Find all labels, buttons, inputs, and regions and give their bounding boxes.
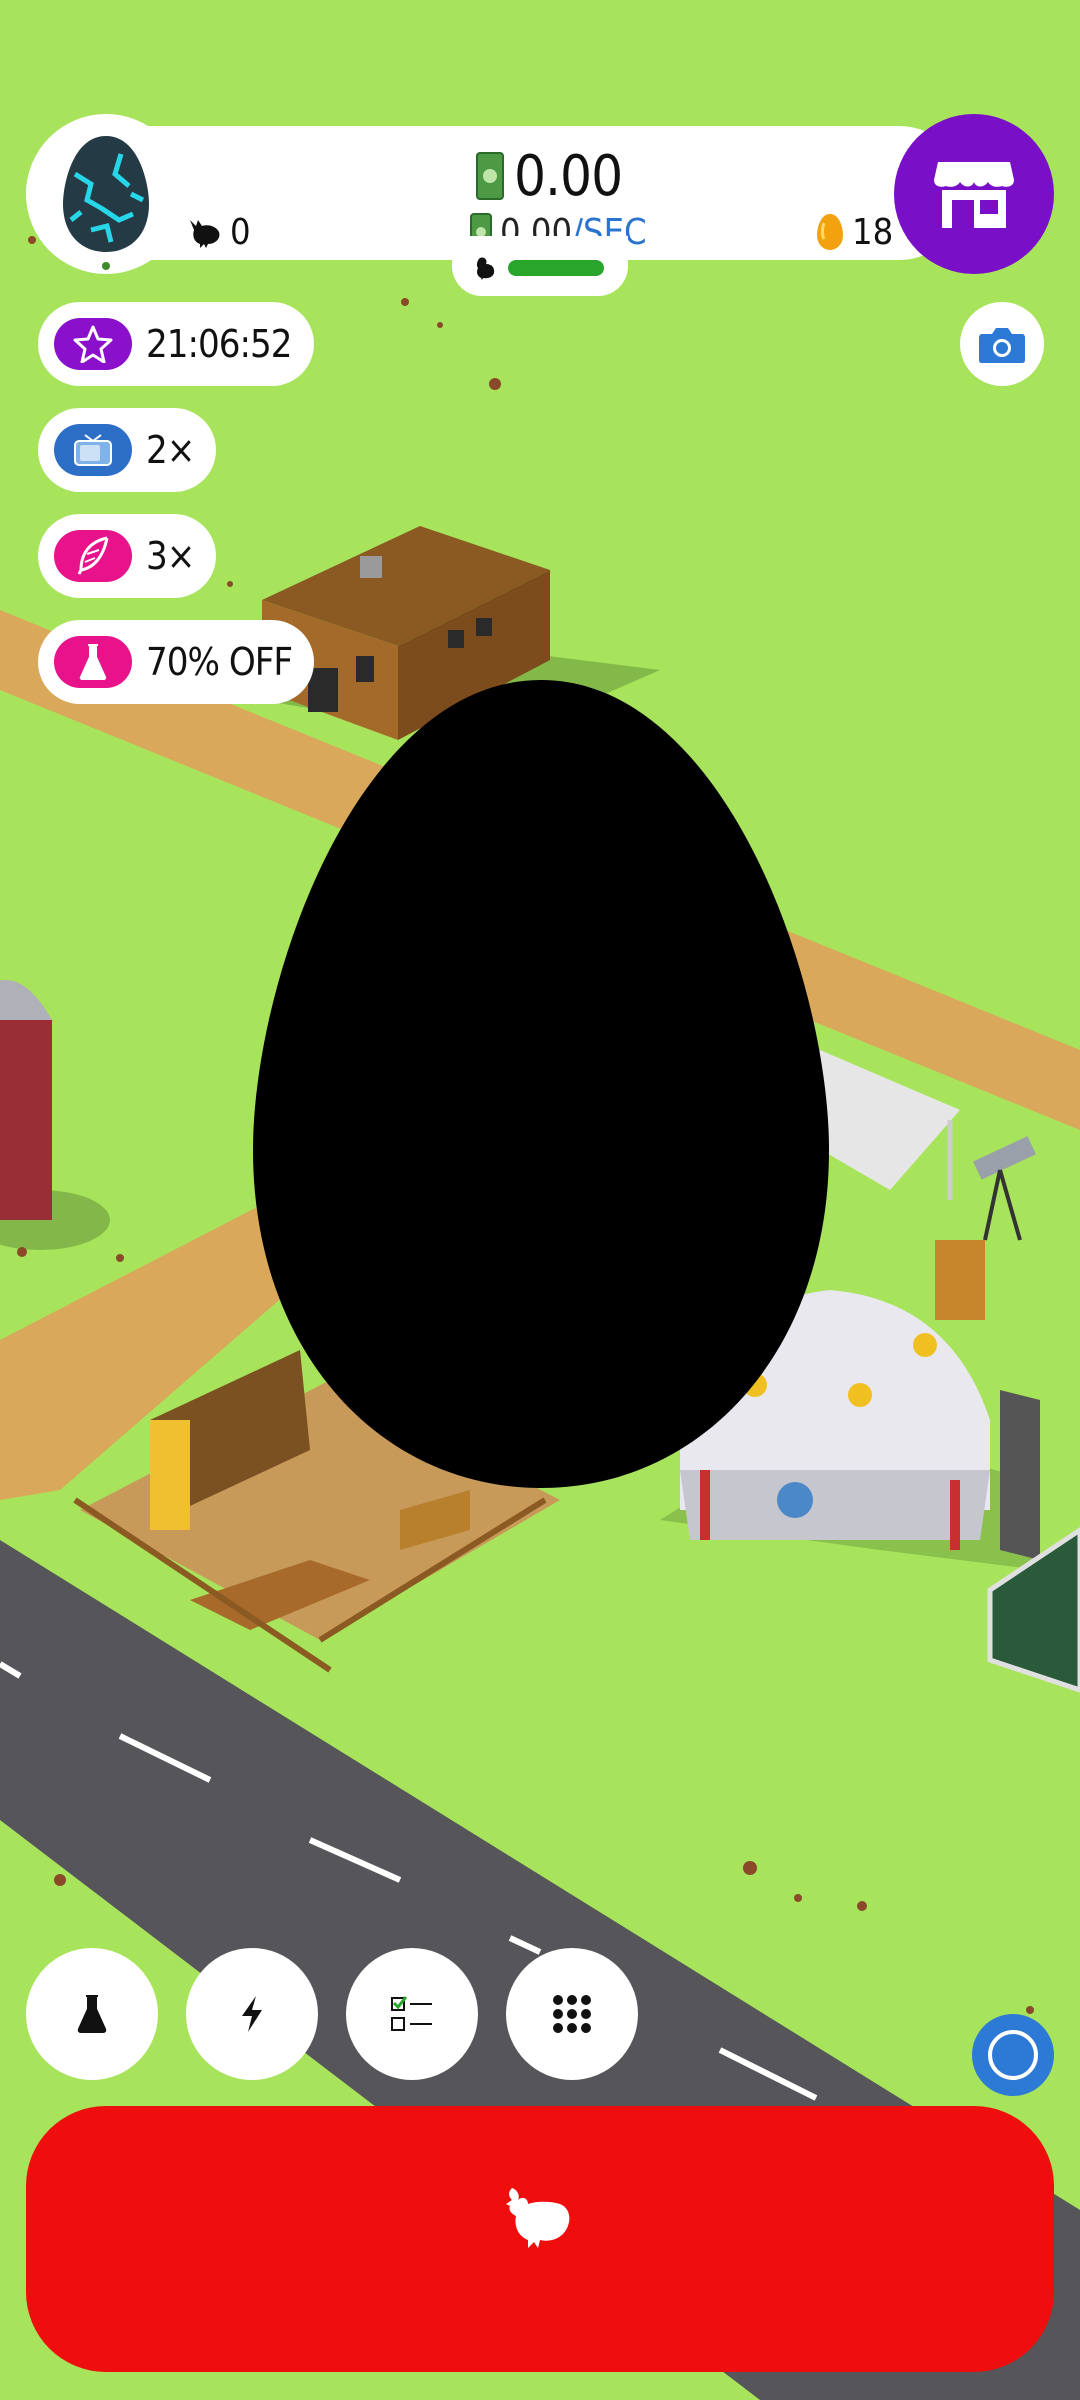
flask-icon: [54, 636, 132, 688]
hab-capacity-bar: [508, 260, 604, 276]
tv-icon: [54, 424, 132, 476]
research-sale-pill[interactable]: 70% OFF: [38, 620, 315, 704]
money-display: 0.00: [476, 143, 623, 209]
boost-timer-pill[interactable]: 21:06:52: [38, 302, 314, 386]
shop-icon: [934, 162, 1014, 228]
hab-capacity[interactable]: [452, 236, 628, 296]
boosts-button[interactable]: [186, 1948, 318, 2080]
chicken-icon: [506, 2188, 570, 2248]
egg-selector[interactable]: [26, 114, 186, 274]
cash-icon: [476, 152, 504, 200]
research-button[interactable]: [26, 1948, 158, 2080]
money-value: 0.00: [514, 143, 623, 209]
flask-icon: [77, 1995, 107, 2033]
shop-button[interactable]: [894, 114, 1054, 274]
feather-icon: [54, 530, 132, 582]
golden-egg-icon: [817, 214, 843, 250]
grid-icon: [553, 1995, 591, 2033]
chick-icon: [476, 257, 495, 280]
missions-button[interactable]: [346, 1948, 478, 2080]
golden-egg-value: 18: [852, 211, 894, 253]
menu-button[interactable]: [506, 1948, 638, 2080]
enlightenment-egg-icon: [63, 136, 149, 252]
video-boost-text: 2×: [146, 428, 195, 472]
hatch-egg[interactable]: [253, 680, 829, 1488]
chicken-count-value: 0: [230, 211, 251, 253]
checklist-icon: [391, 1996, 432, 2031]
camera-icon: [979, 328, 1025, 363]
feather-boost-pill[interactable]: 3×: [38, 514, 217, 598]
hatch-chicken-button[interactable]: [26, 2106, 1054, 2372]
boost-timer-text: 21:06:52: [146, 322, 293, 366]
camera-button[interactable]: [960, 302, 1044, 386]
golden-egg-count: 18: [816, 210, 893, 254]
status-dot: [102, 262, 110, 270]
circle-icon: [988, 2030, 1038, 2080]
lightning-icon: [242, 1996, 262, 2032]
chicken-count: 0: [186, 210, 251, 254]
research-sale-text: 70% OFF: [146, 640, 293, 684]
chicken-icon: [190, 220, 220, 248]
feather-boost-text: 3×: [146, 534, 195, 578]
silo: [0, 980, 110, 1250]
video-boost-pill[interactable]: 2×: [38, 408, 217, 492]
star-icon: [54, 318, 132, 370]
assistant-button[interactable]: [972, 2014, 1054, 2096]
